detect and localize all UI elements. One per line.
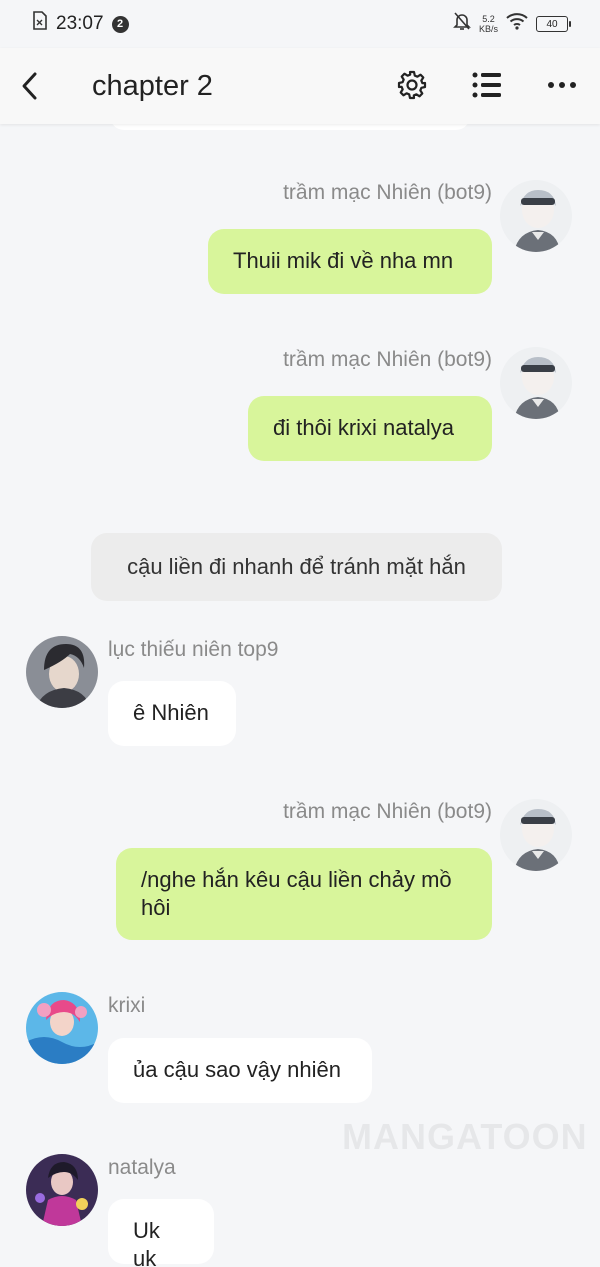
sender-name: trầm mạc Nhiên (bot9)	[283, 348, 492, 371]
message-bubble[interactable]: /nghe hắn kêu cậu liền chảy mồ hôi	[116, 848, 492, 940]
sim-card-icon	[32, 11, 48, 37]
settings-button[interactable]	[395, 68, 429, 102]
message-text: đi thôi krixi natalya	[273, 415, 454, 440]
gear-icon	[397, 70, 427, 100]
message-bubble[interactable]: Uk uk	[108, 1199, 214, 1267]
sender-name: trầm mạc Nhiên (bot9)	[283, 181, 492, 204]
network-speed-unit: KB/s	[478, 24, 498, 34]
message-text: ê Nhiên	[133, 700, 209, 725]
message-bubble[interactable]: Thuii mik đi về nha mn	[208, 229, 492, 294]
chapter-list-button[interactable]	[470, 68, 504, 102]
network-speed-value: 5.2	[482, 14, 495, 24]
battery-icon: 40	[536, 16, 571, 32]
message-bubble[interactable]: ê Nhiên	[108, 681, 236, 746]
status-bar: 23:07 2 5.2 KB/s 40	[0, 0, 600, 48]
narration-text: cậu liền đi nhanh để tránh mặt hắn	[127, 554, 466, 579]
back-button[interactable]	[14, 68, 44, 104]
avatar[interactable]	[500, 799, 572, 871]
network-speed: 5.2 KB/s	[479, 14, 498, 34]
message-text: Uk uk	[133, 1218, 160, 1267]
notification-badge: 2	[111, 15, 129, 33]
list-icon	[472, 72, 501, 98]
avatar[interactable]	[26, 636, 98, 708]
avatar[interactable]	[500, 347, 572, 419]
chevron-left-icon	[22, 72, 37, 100]
narration-bubble[interactable]: cậu liền đi nhanh để tránh mặt hắn	[91, 533, 502, 601]
page-title: chapter 2	[92, 70, 213, 102]
status-time: 23:07	[56, 13, 104, 34]
message-bubble[interactable]: ủa cậu sao vậy nhiên	[108, 1038, 372, 1103]
message-text: /nghe hắn kêu cậu liền chảy mồ hôi	[141, 867, 452, 920]
message-text: Thuii mik đi về nha mn	[233, 248, 454, 273]
mangatoon-watermark: MANGATOON	[342, 1116, 588, 1157]
sender-name: krixi	[108, 994, 146, 1017]
battery-level: 40	[546, 18, 558, 30]
avatar[interactable]	[26, 992, 98, 1064]
avatar[interactable]	[500, 180, 572, 252]
mute-bell-icon	[453, 11, 471, 37]
message-text: ủa cậu sao vậy nhiên	[133, 1057, 341, 1082]
sender-name: lục thiếu niên top9	[108, 638, 279, 661]
more-dots-icon	[548, 82, 576, 88]
wifi-icon	[506, 12, 528, 36]
app-header: chapter 2	[0, 48, 600, 124]
message-bubble[interactable]: đi thôi krixi natalya	[248, 396, 492, 461]
more-options-button[interactable]	[545, 68, 579, 102]
sender-name: trầm mạc Nhiên (bot9)	[283, 800, 492, 823]
sender-name: natalya	[108, 1156, 176, 1179]
avatar[interactable]	[26, 1154, 98, 1226]
